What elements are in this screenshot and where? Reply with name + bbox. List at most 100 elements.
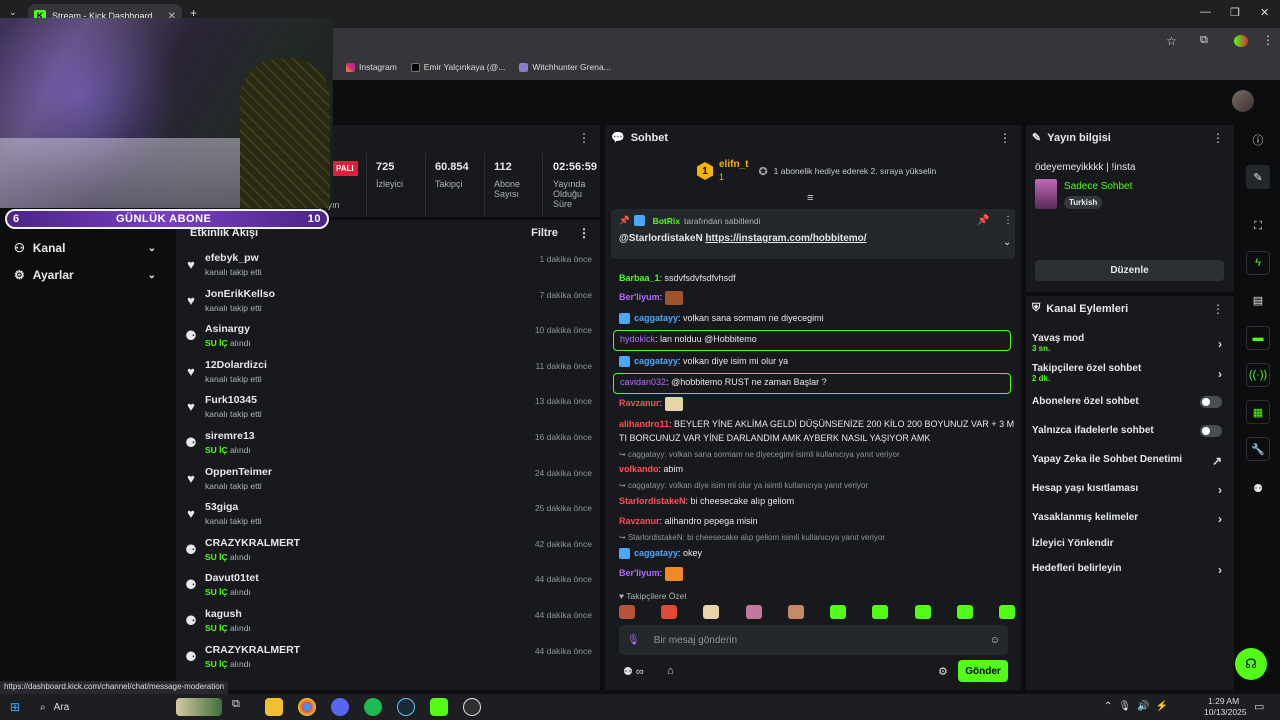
profile-icon[interactable] xyxy=(1234,35,1248,47)
toggle-switch[interactable] xyxy=(1200,425,1222,437)
channel-action-item[interactable]: Takipçilere özel sohbet 2 dk. › xyxy=(1032,363,1228,383)
lightning-icon[interactable]: ϟ xyxy=(1246,251,1270,275)
steam-icon[interactable] xyxy=(397,698,415,716)
feed-username[interactable]: OppenTeimer xyxy=(205,466,272,478)
emote-option[interactable] xyxy=(830,605,847,619)
star-icon[interactable]: ☆ xyxy=(1166,34,1177,48)
bookmark-witchhunter[interactable]: Witchhunter Grena... xyxy=(519,62,611,72)
more-icon[interactable]: ⋮ xyxy=(1003,215,1013,226)
category-name[interactable]: Sadece Sohbet xyxy=(1064,181,1132,192)
crop-icon[interactable]: ⛶ xyxy=(1246,214,1270,238)
emote-option[interactable] xyxy=(956,605,973,619)
extensions-icon[interactable]: ⧉ xyxy=(1200,34,1208,47)
edit-button[interactable]: Düzenle xyxy=(1035,260,1224,281)
restore-icon[interactable]: ❐ xyxy=(1230,6,1240,19)
avatar[interactable] xyxy=(1232,90,1254,112)
feed-username[interactable]: 53giga xyxy=(205,501,238,513)
feed-username[interactable]: efebyk_pw xyxy=(205,252,259,264)
minimize-icon[interactable]: — xyxy=(1200,6,1211,18)
chat-username[interactable]: caggatayy xyxy=(634,548,678,558)
task-view-icon[interactable]: ⧉ xyxy=(232,698,250,716)
more-icon[interactable]: ⋮ xyxy=(578,226,590,240)
feed-username[interactable]: kagush xyxy=(205,608,242,620)
feed-username[interactable]: Asinargy xyxy=(205,323,250,335)
file-explorer-icon[interactable] xyxy=(265,698,283,716)
feed-username[interactable]: 12Dolardizci xyxy=(205,359,267,371)
store-icon[interactable]: ⌂ xyxy=(667,665,674,677)
emote-option[interactable] xyxy=(914,605,931,619)
channel-action-item[interactable]: Yapay Zeka ile Sohbet Denetimi ↗ xyxy=(1032,454,1228,468)
chat-username[interactable]: caggatayy xyxy=(634,313,678,323)
bookmark-x[interactable]: Emir Yalçınkaya (@... xyxy=(410,62,505,72)
channel-action-item[interactable]: Yasaklanmış kelimeler › xyxy=(1032,512,1228,526)
emote-option[interactable] xyxy=(745,605,762,619)
chevron-down-icon[interactable]: ⌄ xyxy=(1003,237,1011,248)
pinned-link[interactable]: https://instagram.com/hobbitemo/ xyxy=(705,233,866,244)
wrench-icon[interactable]: 🔧 xyxy=(1246,437,1270,461)
feed-username[interactable]: Davut01tet xyxy=(205,572,259,584)
pencil-icon[interactable]: ✎ xyxy=(1246,165,1270,189)
emote-option[interactable] xyxy=(998,605,1015,619)
users-icon[interactable]: ⚉ xyxy=(1246,476,1270,500)
taskbar-search[interactable]: ⌕ Ara xyxy=(34,697,174,717)
chat-icon[interactable]: ▬ xyxy=(1246,326,1270,350)
more-icon[interactable]: ⋮ xyxy=(1212,131,1224,145)
emote-option[interactable] xyxy=(703,605,720,619)
bookmark-instagram[interactable]: Instagram xyxy=(346,62,397,72)
notification-icon[interactable]: ▭ xyxy=(1254,700,1264,713)
chat-username[interactable]: alihandro11 xyxy=(619,419,669,429)
tray-icons[interactable]: ⌃🎙🔊⚡ xyxy=(1104,701,1174,712)
windows-start-icon[interactable]: ⊞ xyxy=(10,700,20,714)
scroll-to-top-icon[interactable]: ≡ xyxy=(807,192,813,204)
chrome-icon[interactable] xyxy=(298,698,316,716)
channel-action-item[interactable]: Hedefleri belirleyin › xyxy=(1032,563,1228,577)
kick-studio-icon[interactable] xyxy=(430,698,448,716)
channel-action-item[interactable]: İzleyici Yönlendir xyxy=(1032,538,1228,549)
more-icon[interactable]: ⋮ xyxy=(1212,302,1224,316)
layout-icon[interactable]: ▦ xyxy=(1246,400,1270,424)
send-button[interactable]: Gönder xyxy=(958,660,1008,682)
chat-username[interactable]: Ber'liyum xyxy=(619,292,660,302)
tab-list-icon[interactable]: ⌄ xyxy=(9,7,17,18)
chat-username[interactable]: Ravzanur xyxy=(619,516,660,526)
feed-username[interactable]: CRAZYKRALMERT xyxy=(205,537,300,549)
emote-option[interactable] xyxy=(787,605,804,619)
info-icon[interactable]: ⓘ xyxy=(1246,128,1270,152)
settings-icon[interactable]: ⚙ xyxy=(938,665,948,678)
menu-icon[interactable]: ⋮ xyxy=(1262,33,1274,47)
more-icon[interactable]: ⋮ xyxy=(999,131,1011,145)
chat-username[interactable]: cavidan032 xyxy=(620,377,666,387)
emote-option[interactable] xyxy=(661,605,678,619)
chat-username[interactable]: StarlordistakeN xyxy=(619,496,686,506)
chat-username[interactable]: hydokick xyxy=(620,334,655,344)
channel-action-item[interactable]: Yalnızca ifadelerle sohbet xyxy=(1032,425,1228,437)
more-icon[interactable]: ⋮ xyxy=(578,131,590,145)
broadcast-icon[interactable]: ((·)) xyxy=(1246,363,1270,387)
obs-icon[interactable] xyxy=(463,698,481,716)
channel-action-item[interactable]: Yavaş mod 3 sn. › xyxy=(1032,333,1228,353)
feed-username[interactable]: Furk10345 xyxy=(205,394,257,406)
channel-action-item[interactable]: Hesap yaşı kısıtlaması › xyxy=(1032,483,1228,497)
chat-input[interactable]: 🎙 Bir mesaj gönderin ☺ xyxy=(619,625,1008,655)
document-icon[interactable]: ▤ xyxy=(1246,288,1270,312)
emote-option[interactable] xyxy=(619,605,635,619)
chat-username[interactable]: Barbaa_1 xyxy=(619,273,660,283)
chat-username[interactable]: Ber'liyum xyxy=(619,568,660,578)
feed-username[interactable]: JonErikKellso xyxy=(205,288,275,300)
sidebar-item-kanal[interactable]: ⚇ Kanal ⌄ xyxy=(0,236,170,260)
chat-username[interactable]: volkando xyxy=(619,464,659,474)
support-button[interactable]: ☊ xyxy=(1235,648,1267,680)
feed-username[interactable]: siremre13 xyxy=(205,430,255,442)
mod-tools-icon[interactable]: ⚉ ∞ xyxy=(623,665,644,678)
spotify-icon[interactable] xyxy=(364,698,382,716)
emote-option[interactable] xyxy=(872,605,889,619)
microphone-icon[interactable]: 🎙 xyxy=(627,635,640,646)
chat-username[interactable]: Ravzanur xyxy=(619,398,660,408)
chat-username[interactable]: caggatayy xyxy=(634,356,678,366)
channel-action-item[interactable]: Abonelere özel sohbet xyxy=(1032,396,1228,408)
emoji-icon[interactable]: ☺ xyxy=(990,635,1000,646)
toggle-switch[interactable] xyxy=(1200,396,1222,408)
unpin-icon[interactable]: 📌 xyxy=(977,215,989,226)
feed-username[interactable]: CRAZYKRALMERT xyxy=(205,644,300,656)
filter-button[interactable]: Filtre xyxy=(531,227,558,239)
